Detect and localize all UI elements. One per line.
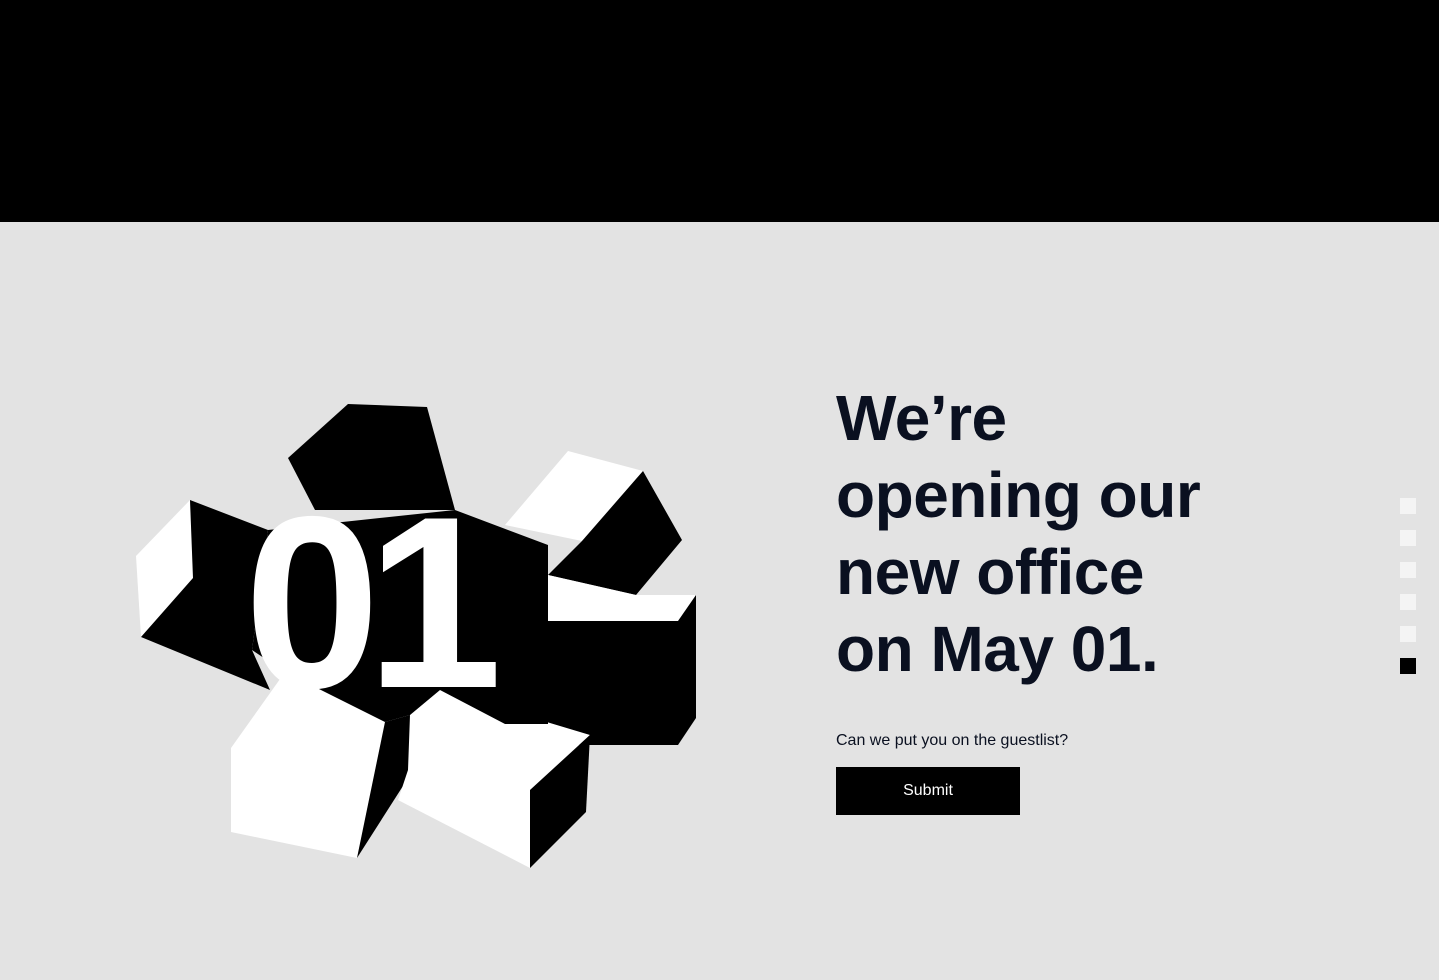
top-bar [0, 0, 1439, 222]
headline: We’re opening our new office on May 01. [836, 380, 1256, 688]
pinwheel-01-graphic: 01 [130, 398, 705, 878]
guestlist-question: Can we put you on the guestlist? [836, 732, 1069, 749]
headline-line-1: We’re [836, 382, 1007, 454]
headline-line-2: opening our [836, 459, 1201, 531]
page-pagination [1400, 498, 1416, 690]
pagination-dot-1[interactable] [1400, 498, 1416, 514]
pagination-dot-6[interactable] [1400, 658, 1416, 674]
logo-numerals: 01 [244, 465, 496, 739]
pagination-dot-5[interactable] [1400, 626, 1416, 642]
submit-button[interactable]: Submit [836, 767, 1020, 815]
pagination-dot-4[interactable] [1400, 594, 1416, 610]
headline-line-4: on May 01. [836, 613, 1159, 685]
pagination-dot-3[interactable] [1400, 562, 1416, 578]
pagination-dot-2[interactable] [1400, 530, 1416, 546]
headline-line-3: new office [836, 536, 1144, 608]
